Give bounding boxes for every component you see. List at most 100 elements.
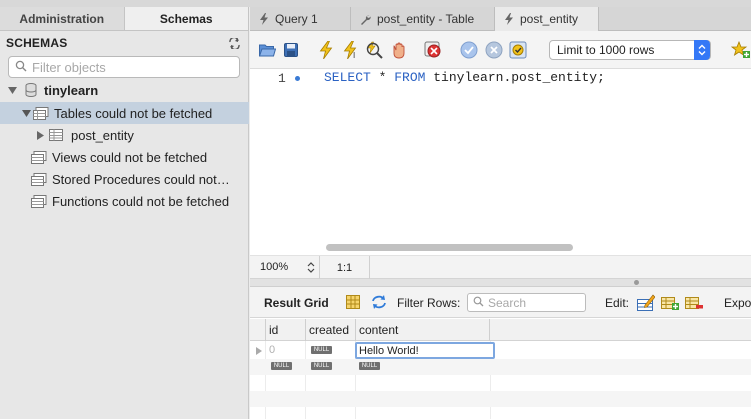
filter-rows-label: Filter Rows: [397, 296, 461, 310]
tables-folder-icon [33, 106, 49, 120]
chevron-updown-icon [694, 40, 710, 60]
table-name: post_entity [71, 127, 134, 143]
filter-rows-field[interactable] [467, 293, 586, 312]
zoom-level: 100% [260, 261, 289, 273]
rollback-icon[interactable] [484, 40, 504, 60]
tables-node-label: Tables could not be fetched [54, 105, 213, 121]
table-row[interactable]: NULL NULL NULL [250, 359, 751, 375]
empty-row [250, 375, 751, 391]
sql-star: * [370, 70, 395, 85]
filter-objects-field[interactable] [8, 56, 240, 78]
lightning-icon [259, 13, 269, 25]
tab-post-entity[interactable]: post_entity [495, 7, 599, 31]
functions-folder-icon [31, 194, 47, 208]
cell-created-null[interactable]: NULL [311, 362, 332, 370]
lightning-icon [504, 13, 514, 25]
autocommit-icon[interactable] [508, 40, 528, 60]
navigator-tabs: Administration Schemas [0, 7, 249, 31]
cell-content-editing[interactable]: Hello World! [355, 342, 495, 359]
execute-current-icon[interactable]: I [341, 40, 361, 60]
explain-icon[interactable] [364, 40, 384, 60]
tab-schemas[interactable]: Schemas [123, 7, 249, 30]
sql-keyword-select: SELECT [324, 70, 371, 85]
export-label[interactable]: Expor [724, 296, 751, 310]
edit-label: Edit: [605, 296, 630, 310]
column-header-content[interactable]: content [355, 319, 490, 341]
sql-statement[interactable]: SELECT * FROM tinylearn.post_entity; [324, 70, 605, 85]
line-number: 1 [278, 71, 286, 86]
toggle-error-icon[interactable] [423, 40, 443, 60]
edit-cell-icon[interactable] [637, 294, 656, 311]
wrench-icon [360, 14, 371, 25]
expand-triangle-icon[interactable] [21, 108, 31, 118]
sql-editor[interactable]: 1 SELECT * FROM tinylearn.post_entity; [250, 69, 751, 251]
schemas-header: SCHEMAS [0, 31, 249, 55]
limit-rows-select[interactable]: Limit to 1000 rows [549, 40, 711, 60]
refresh-icon[interactable] [227, 36, 241, 50]
tree-item-procedures[interactable]: Stored Procedures could not… [0, 168, 249, 190]
grid-header: id created content [250, 319, 751, 341]
tab-label: Query 1 [275, 12, 318, 26]
main-editor-area: Query 1 post_entity - Table post_entity … [250, 7, 751, 419]
editor-status-strip: 100% 1:1 [250, 255, 751, 279]
limit-rows-value: Limit to 1000 rows [557, 43, 655, 57]
tree-item-tables[interactable]: Tables could not be fetched [0, 102, 249, 124]
cell-id-null[interactable]: NULL [271, 362, 292, 370]
tree-item-views[interactable]: Views could not be fetched [0, 146, 249, 168]
functions-node-label: Functions could not be fetched [52, 193, 230, 209]
column-header-id[interactable]: id [265, 319, 305, 341]
save-icon[interactable] [281, 40, 301, 60]
navigator-panel: Administration Schemas SCHEMAS tinylearn… [0, 7, 249, 419]
collapsed-triangle-icon[interactable] [35, 130, 45, 140]
tab-administration[interactable]: Administration [0, 7, 124, 30]
zoom-stepper[interactable] [305, 260, 317, 275]
sql-keyword-from: FROM [394, 70, 426, 85]
schema-name: tinylearn [44, 82, 99, 98]
cell-created-null[interactable]: NULL [311, 346, 332, 354]
views-folder-icon [31, 150, 47, 164]
result-grid: id created content 0 NULL Hello World! N… [250, 319, 751, 419]
filter-objects-input[interactable] [32, 59, 232, 75]
empty-row [250, 391, 751, 407]
delete-row-icon[interactable] [685, 294, 703, 311]
procedures-node-label: Stored Procedures could not… [52, 171, 230, 187]
search-icon [473, 296, 484, 310]
sql-table-ref: tinylearn.post_entity; [425, 70, 605, 85]
editor-tab-bar: Query 1 post_entity - Table post_entity [250, 7, 751, 31]
cursor-position: 1:1 [319, 256, 370, 279]
svg-text:I: I [353, 51, 355, 59]
table-row[interactable]: 0 NULL [250, 342, 751, 358]
add-row-icon[interactable] [661, 294, 679, 311]
add-snippet-icon[interactable] [731, 40, 751, 60]
window-top-strip [0, 0, 751, 7]
result-grid-label: Result Grid [264, 296, 329, 310]
cell-id[interactable]: 0 [269, 342, 275, 358]
tab-label: post_entity - Table [377, 12, 475, 26]
refresh-results-icon[interactable] [371, 295, 387, 312]
tab-label: post_entity [520, 12, 579, 26]
current-row-arrow-icon [256, 346, 262, 358]
panel-splitter[interactable] [250, 279, 751, 287]
tree-item-functions[interactable]: Functions could not be fetched [0, 190, 249, 212]
table-icon [48, 128, 64, 142]
tree-item-table[interactable]: post_entity [0, 124, 249, 146]
procedures-folder-icon [31, 172, 47, 186]
splitter-handle[interactable] [634, 280, 639, 285]
filter-rows-input[interactable] [488, 295, 583, 310]
tab-query-1[interactable]: Query 1 [250, 7, 351, 31]
expand-triangle-icon[interactable] [7, 85, 17, 95]
cell-content-null[interactable]: NULL [359, 362, 380, 370]
tab-post-entity-table[interactable]: post_entity - Table [351, 7, 495, 31]
grid-view-icon[interactable] [346, 295, 360, 312]
column-header-created[interactable]: created [305, 319, 355, 341]
commit-icon[interactable] [459, 40, 479, 60]
schemas-title: SCHEMAS [6, 36, 68, 50]
stop-icon[interactable] [388, 40, 408, 60]
execute-icon[interactable] [316, 40, 336, 60]
editor-horizontal-scrollbar[interactable] [326, 244, 573, 251]
search-icon [15, 60, 27, 75]
statement-marker [295, 76, 300, 81]
open-folder-icon[interactable] [257, 40, 277, 60]
result-toolbar: Result Grid Filter Rows: Edit: Expor [250, 287, 751, 318]
tree-item-schema[interactable]: tinylearn [0, 79, 249, 101]
